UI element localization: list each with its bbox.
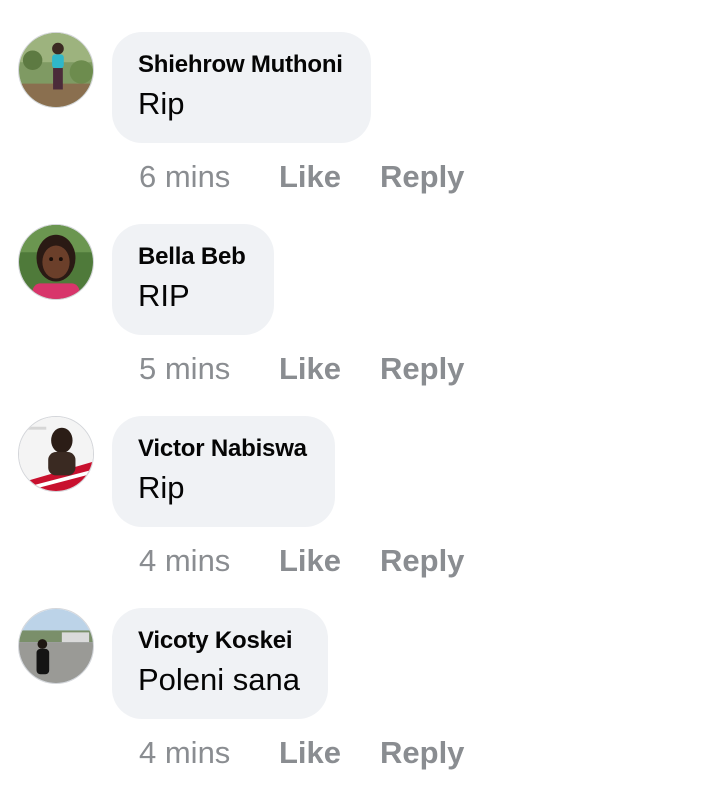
profile-photo-icon (19, 33, 93, 107)
comment-timestamp[interactable]: 6 mins (139, 157, 230, 197)
like-button[interactable]: Like (279, 733, 341, 773)
reply-button[interactable]: Reply (380, 349, 464, 389)
comment-text: Poleni sana (138, 662, 301, 697)
comment-author[interactable]: Victor Nabiswa (138, 434, 307, 464)
like-button[interactable]: Like (279, 157, 341, 197)
avatar[interactable] (18, 32, 94, 108)
comment-author[interactable]: Bella Beb (138, 242, 246, 272)
reply-button[interactable]: Reply (380, 157, 464, 197)
avatar[interactable] (18, 224, 94, 300)
comment-text: Rip (138, 470, 185, 505)
comment-item: Vicoty Koskei Poleni sana 4 mins Like Re… (0, 608, 720, 800)
comment-item: Victor Nabiswa Rip 4 mins Like Reply (0, 416, 720, 608)
profile-photo-icon (19, 417, 93, 491)
comment-bubble: Vicoty Koskei Poleni sana (112, 608, 329, 719)
reply-button[interactable]: Reply (380, 541, 464, 581)
avatar[interactable] (18, 608, 94, 684)
comment-text: Rip (138, 86, 185, 121)
avatar[interactable] (18, 416, 94, 492)
comment-author[interactable]: Vicoty Koskei (138, 626, 300, 656)
comment-item: Bella Beb RIP 5 mins Like Reply (0, 224, 720, 416)
like-button[interactable]: Like (279, 541, 341, 581)
comment-timestamp[interactable]: 4 mins (139, 733, 230, 773)
comment-bubble: Victor Nabiswa Rip (112, 416, 335, 527)
like-button[interactable]: Like (279, 349, 341, 389)
comment-item: Shiehrow Muthoni Rip 6 mins Like Reply (0, 32, 720, 224)
reply-button[interactable]: Reply (380, 733, 464, 773)
comment-bubble: Bella Beb RIP (112, 224, 274, 335)
comment-text: RIP (138, 278, 190, 313)
profile-photo-icon (19, 609, 93, 683)
comment-bubble: Shiehrow Muthoni Rip (112, 32, 371, 143)
comment-author[interactable]: Shiehrow Muthoni (138, 50, 343, 80)
comment-timestamp[interactable]: 4 mins (139, 541, 230, 581)
profile-photo-icon (19, 225, 93, 299)
comment-timestamp[interactable]: 5 mins (139, 349, 230, 389)
